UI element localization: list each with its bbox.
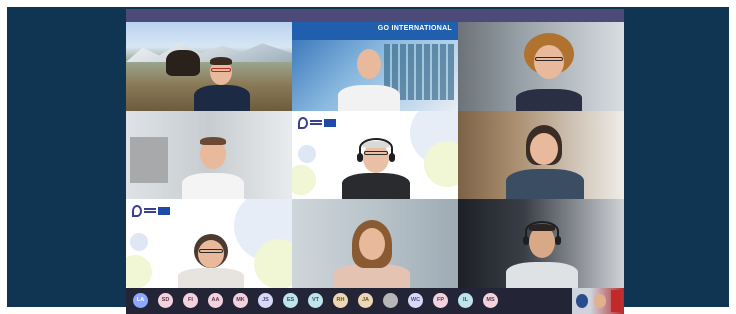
participant-avatar[interactable]: IL [458, 293, 473, 308]
background-bubble [126, 255, 152, 288]
organisation-logo [132, 205, 172, 217]
video-grid: GO INTERNATIONAL [126, 22, 624, 288]
background-bubble [292, 165, 316, 195]
participant-video [176, 232, 246, 288]
flag-image [611, 290, 621, 312]
participant-video [340, 135, 412, 199]
self-view-face [594, 294, 606, 308]
participant-video [190, 51, 254, 111]
background-bubble [254, 239, 292, 288]
meeting-top-bar [126, 9, 624, 22]
background-bubble [298, 145, 316, 163]
poster-title: GO INTERNATIONAL [377, 25, 452, 32]
participant-avatar[interactable]: RH [333, 293, 348, 308]
video-tile-6[interactable] [458, 111, 624, 199]
background-bubble [424, 141, 458, 187]
participant-video [332, 35, 406, 111]
participant-avatar[interactable]: FI [183, 293, 198, 308]
participant-avatar[interactable]: AA [208, 293, 223, 308]
participant-avatar[interactable]: JA [358, 293, 373, 308]
participant-avatar[interactable]: VT [308, 293, 323, 308]
self-view-thumbnail[interactable] [572, 288, 624, 314]
video-tile-2[interactable]: GO INTERNATIONAL [292, 22, 458, 111]
participant-avatar[interactable]: JS [258, 293, 273, 308]
participant-video [504, 214, 580, 288]
participant-avatar[interactable]: ES [283, 293, 298, 308]
participant-avatar-list: LA SD FI AA MK JS ES VT RH JA WC FP IL MS [133, 293, 498, 308]
video-tile-7[interactable] [126, 199, 292, 288]
participant-avatar[interactable]: MK [233, 293, 248, 308]
organisation-logo [576, 294, 588, 308]
video-tile-9[interactable] [458, 199, 624, 288]
background-shelf [130, 137, 168, 183]
participant-video [332, 216, 412, 288]
participant-video [510, 25, 588, 111]
video-tile-5[interactable] [292, 111, 458, 199]
participant-avatar[interactable] [383, 293, 398, 308]
video-tile-8[interactable] [292, 199, 458, 288]
participant-avatar[interactable]: FP [433, 293, 448, 308]
background-bubble [130, 233, 148, 251]
participant-avatar[interactable]: SD [158, 293, 173, 308]
participant-avatar[interactable]: MS [483, 293, 498, 308]
participant-video [502, 119, 588, 199]
participant-avatar[interactable]: LA [133, 293, 148, 308]
video-tile-3[interactable] [458, 22, 624, 111]
participant-video [178, 129, 248, 199]
participant-avatar[interactable]: WC [408, 293, 423, 308]
participant-bar: LA SD FI AA MK JS ES VT RH JA WC FP IL MS [126, 288, 624, 314]
video-tile-4[interactable] [126, 111, 292, 199]
organisation-logo [298, 117, 338, 129]
video-tile-1[interactable] [126, 22, 292, 111]
